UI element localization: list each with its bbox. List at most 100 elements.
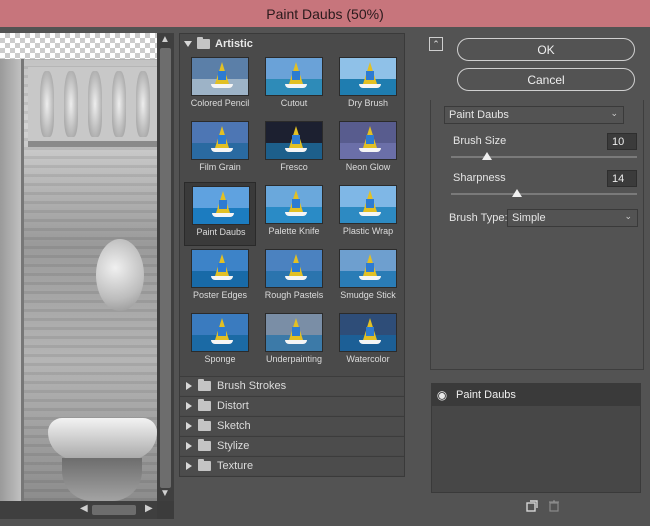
sailboat-hull	[211, 276, 233, 280]
filter-thumb-label: Paint Daubs	[196, 227, 246, 237]
category-brush-strokes[interactable]: Brush Strokes	[180, 376, 404, 395]
filter-thumb-label: Poster Edges	[192, 290, 248, 300]
preview-area[interactable]: ▲ ▼ ◀ ▶	[0, 33, 174, 519]
filter-thumb-palette-knife[interactable]: Palette Knife	[258, 182, 330, 246]
filter-preview-image	[339, 185, 397, 224]
category-label: Texture	[217, 460, 254, 472]
chevron-down-icon: ⌄	[624, 211, 632, 221]
filter-preview-image	[265, 57, 323, 96]
filter-thumb-rough-pastels[interactable]: Rough Pastels	[258, 246, 330, 310]
collapsed-triangle-icon	[186, 402, 192, 410]
filter-thumb-paint-daubs[interactable]: Paint Daubs	[184, 182, 256, 246]
sharpness-label: Sharpness	[453, 172, 506, 184]
eye-icon[interactable]: ◉	[432, 388, 452, 402]
sailboat-hull	[285, 84, 307, 88]
sailboat-stripe	[218, 263, 226, 272]
preview-horizontal-scrollbar[interactable]: ◀ ▶	[0, 501, 157, 519]
sharpness-slider-track[interactable]	[451, 193, 637, 195]
filter-thumb-label: Fresco	[280, 162, 308, 172]
filter-thumb-cutout[interactable]: Cutout	[258, 54, 330, 118]
filter-thumb-poster-edges[interactable]: Poster Edges	[184, 246, 256, 310]
vertical-scroll-thumb[interactable]	[160, 48, 171, 488]
chevron-down-icon: ⌄	[610, 108, 618, 118]
filter-preview-image	[339, 249, 397, 288]
filter-thumb-label: Neon Glow	[345, 162, 391, 172]
transparency-checkerboard	[0, 33, 157, 59]
sailboat-stripe	[292, 263, 300, 272]
sailboat-stripe	[292, 327, 300, 336]
filter-thumb-underpainting[interactable]: Underpainting	[258, 310, 330, 374]
filter-thumb-sponge[interactable]: Sponge	[184, 310, 256, 374]
filter-settings-panel: Paint Daubs ⌄ Brush Size 10 Sharpness 14…	[430, 100, 644, 370]
sailboat-stripe	[219, 200, 227, 209]
sailboat-hull	[212, 213, 234, 217]
title-bar: Paint Daubs (50%)	[0, 0, 650, 27]
sailboat-stripe	[292, 135, 300, 144]
filter-thumb-dry-brush[interactable]: Dry Brush	[332, 54, 404, 118]
filter-preview-image	[191, 249, 249, 288]
filter-thumb-label: Sponge	[204, 354, 236, 364]
category-label: Distort	[217, 400, 249, 412]
filter-preview-image	[265, 249, 323, 288]
category-label: Brush Strokes	[217, 380, 287, 392]
category-texture[interactable]: Texture	[180, 456, 404, 475]
trash-icon[interactable]	[548, 500, 560, 512]
baluster	[88, 71, 102, 137]
filter-preview-image	[192, 186, 250, 225]
folder-icon	[198, 419, 211, 431]
brush-type-select[interactable]: Simple ⌄	[507, 209, 638, 227]
category-stylize[interactable]: Stylize	[180, 436, 404, 455]
scroll-up-icon[interactable]: ▲	[160, 34, 170, 45]
sailboat-hull	[211, 340, 233, 344]
cancel-button[interactable]: Cancel	[457, 68, 635, 91]
category-artistic[interactable]: Artistic	[180, 34, 404, 54]
scroll-left-icon[interactable]: ◀	[80, 503, 88, 514]
filter-thumb-watercolor[interactable]: Watercolor	[332, 310, 404, 374]
effect-layer-row[interactable]: ◉ Paint Daubs	[432, 384, 640, 406]
brush-size-slider-track[interactable]	[451, 156, 637, 158]
filter-thumb-label: Film Grain	[199, 162, 241, 172]
category-sketch[interactable]: Sketch	[180, 416, 404, 435]
sharpness-slider-handle[interactable]	[512, 189, 522, 197]
filter-gallery: Artistic Colored Pencil Cutout Dry Brush Fi…	[179, 33, 405, 477]
filter-select[interactable]: Paint Daubs ⌄	[444, 106, 624, 124]
brush-size-input[interactable]: 10	[607, 133, 637, 150]
ok-button[interactable]: OK	[457, 38, 635, 61]
filter-thumb-label: Colored Pencil	[190, 98, 250, 108]
baluster	[136, 71, 150, 137]
category-label: Stylize	[217, 440, 250, 452]
filter-thumb-label: Palette Knife	[268, 226, 320, 236]
sailboat-stripe	[292, 71, 300, 80]
scroll-right-icon[interactable]: ▶	[145, 503, 153, 514]
brush-type-label: Brush Type:	[449, 212, 508, 224]
baluster	[64, 71, 78, 137]
horizontal-scroll-thumb[interactable]	[92, 505, 136, 515]
filter-preview-image	[191, 121, 249, 160]
brush-type-value: Simple	[512, 212, 546, 224]
filter-preview-image	[265, 313, 323, 352]
filter-thumb-plastic-wrap[interactable]: Plastic Wrap	[332, 182, 404, 246]
category-distort[interactable]: Distort	[180, 396, 404, 415]
sailboat-hull	[285, 148, 307, 152]
filter-thumb-fresco[interactable]: Fresco	[258, 118, 330, 182]
effect-layer-name: Paint Daubs	[456, 389, 516, 401]
sailboat-stripe	[366, 263, 374, 272]
preview-image[interactable]	[0, 33, 157, 501]
sailboat-stripe	[366, 135, 374, 144]
brush-size-slider-handle[interactable]	[482, 152, 492, 160]
scroll-down-icon[interactable]: ▼	[160, 488, 170, 499]
filter-thumb-film-grain[interactable]: Film Grain	[184, 118, 256, 182]
folder-icon	[198, 459, 211, 471]
sailboat-hull	[359, 340, 381, 344]
filter-preview-image	[265, 121, 323, 160]
sharpness-input[interactable]: 14	[607, 170, 637, 187]
collapsed-triangle-icon	[186, 382, 192, 390]
preview-vertical-scrollbar[interactable]: ▲ ▼	[157, 33, 174, 501]
new-effect-layer-icon[interactable]	[526, 500, 538, 512]
filter-thumb-neon-glow[interactable]: Neon Glow	[332, 118, 404, 182]
fountain-pedestal	[62, 458, 142, 501]
filter-thumb-smudge-stick[interactable]: Smudge Stick	[332, 246, 404, 310]
sailboat-stripe	[366, 199, 374, 208]
filter-thumb-colored-pencil[interactable]: Colored Pencil	[184, 54, 256, 118]
collapse-panel-icon[interactable]: ⌃	[429, 37, 443, 51]
